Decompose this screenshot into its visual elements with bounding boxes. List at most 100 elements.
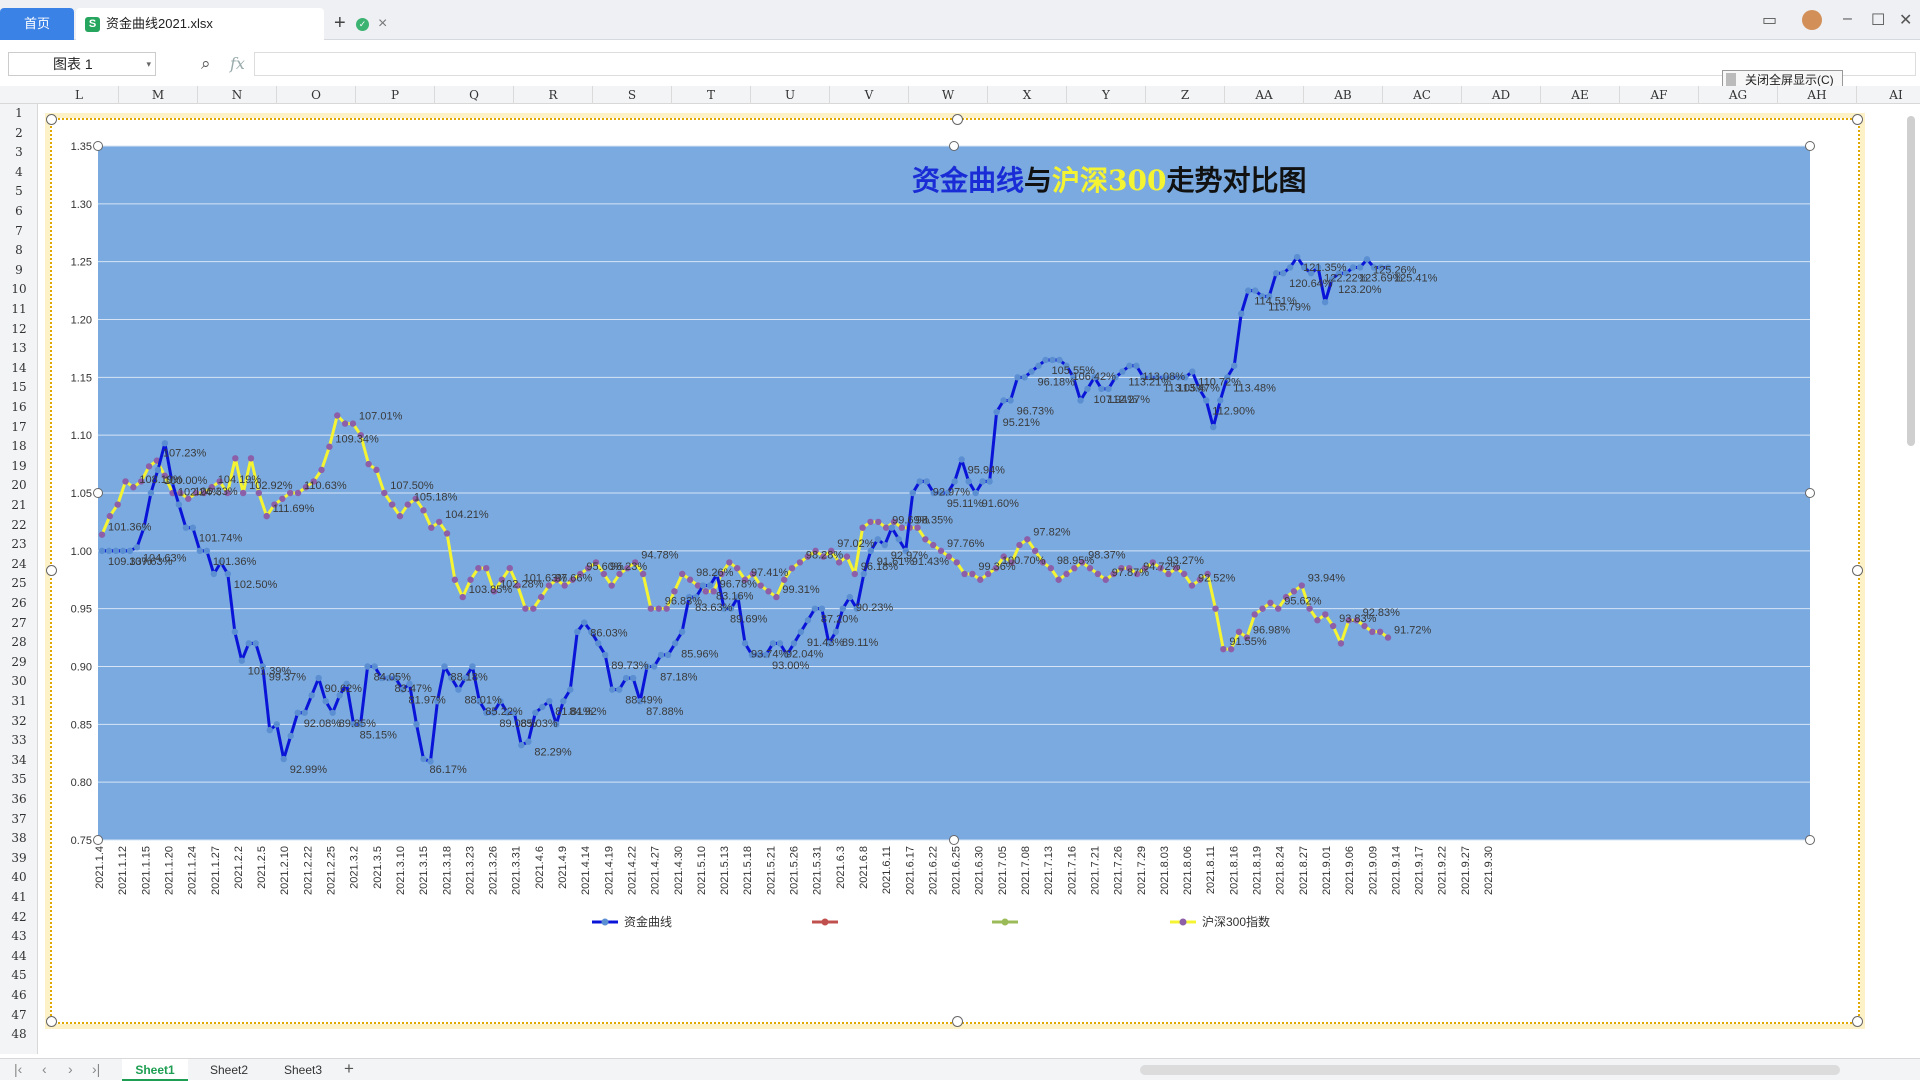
row-header[interactable]: 25	[0, 576, 38, 590]
row-header[interactable]: 27	[0, 616, 38, 630]
fx-icon[interactable]: fx	[230, 54, 245, 73]
resize-handle[interactable]	[1852, 114, 1863, 125]
row-header[interactable]: 41	[0, 890, 38, 904]
column-header[interactable]: Q	[435, 86, 514, 104]
add-sheet-button[interactable]: +	[344, 1059, 354, 1079]
row-header[interactable]: 18	[0, 439, 38, 453]
sheet-tab[interactable]: Sheet3	[270, 1059, 336, 1081]
row-header[interactable]: 39	[0, 851, 38, 865]
resize-handle[interactable]	[952, 114, 963, 125]
column-header[interactable]: AC	[1383, 86, 1462, 104]
row-header[interactable]: 19	[0, 459, 38, 473]
column-header[interactable]: Z	[1146, 86, 1225, 104]
horizontal-scrollbar[interactable]	[1140, 1065, 1840, 1075]
row-header[interactable]: 33	[0, 733, 38, 747]
column-header[interactable]: Y	[1067, 86, 1146, 104]
row-header[interactable]: 8	[0, 243, 38, 257]
row-header[interactable]: 42	[0, 910, 38, 924]
new-tab-button[interactable]: +	[334, 10, 346, 36]
column-header[interactable]: AA	[1225, 86, 1304, 104]
row-header[interactable]: 26	[0, 596, 38, 610]
zoom-icon[interactable]: ⌕	[201, 54, 211, 74]
row-header[interactable]: 1	[0, 106, 38, 120]
row-header[interactable]: 35	[0, 772, 38, 786]
avatar[interactable]	[1802, 10, 1822, 30]
column-header[interactable]: W	[909, 86, 988, 104]
column-header[interactable]: AI	[1857, 86, 1920, 104]
first-sheet-icon[interactable]: |‹	[14, 1061, 22, 1077]
column-header[interactable]: O	[277, 86, 356, 104]
column-header[interactable]: AB	[1304, 86, 1383, 104]
row-header[interactable]: 40	[0, 870, 38, 884]
column-header[interactable]: M	[119, 86, 198, 104]
resize-handle[interactable]	[46, 565, 57, 576]
column-header[interactable]: L	[40, 86, 119, 104]
row-header[interactable]: 14	[0, 361, 38, 375]
maximize-icon[interactable]: ☐	[1871, 10, 1885, 30]
row-header[interactable]: 29	[0, 655, 38, 669]
last-sheet-icon[interactable]: ›|	[92, 1061, 100, 1077]
row-header[interactable]: 2	[0, 126, 38, 140]
window-layout-icon[interactable]: ▭	[1762, 10, 1777, 30]
next-sheet-icon[interactable]: ›	[68, 1061, 73, 1077]
row-header[interactable]: 3	[0, 145, 38, 159]
chart-object[interactable]: 1.35 1.30 1.25 1.20 1.15 1.10 1.05 1.00 0.95 0.90…	[45, 113, 1865, 1029]
vertical-scrollbar[interactable]	[1906, 104, 1916, 1054]
row-header[interactable]: 16	[0, 400, 38, 414]
row-header[interactable]: 47	[0, 1008, 38, 1022]
row-header[interactable]: 48	[0, 1027, 38, 1041]
row-header[interactable]: 34	[0, 753, 38, 767]
row-header[interactable]: 12	[0, 322, 38, 336]
close-window-icon[interactable]: ✕	[1899, 10, 1912, 30]
column-header[interactable]: AE	[1541, 86, 1620, 104]
row-header[interactable]: 10	[0, 282, 38, 296]
row-header[interactable]: 45	[0, 968, 38, 982]
close-tab-icon[interactable]: ×	[378, 8, 387, 40]
column-header[interactable]: AH	[1778, 86, 1857, 104]
row-header[interactable]: 9	[0, 263, 38, 277]
row-header[interactable]: 46	[0, 988, 38, 1002]
column-header[interactable]: P	[356, 86, 435, 104]
resize-handle[interactable]	[952, 1016, 963, 1027]
row-header[interactable]: 24	[0, 557, 38, 571]
column-header[interactable]: N	[198, 86, 277, 104]
minimize-icon[interactable]: –	[1843, 10, 1852, 28]
file-tab[interactable]: S 资金曲线2021.xlsx ✓ ×	[76, 8, 387, 40]
row-header[interactable]: 30	[0, 674, 38, 688]
row-header[interactable]: 36	[0, 792, 38, 806]
formula-input[interactable]	[254, 52, 1916, 76]
column-header[interactable]: AD	[1462, 86, 1541, 104]
column-header[interactable]: U	[751, 86, 830, 104]
column-header[interactable]: R	[514, 86, 593, 104]
row-header[interactable]: 22	[0, 518, 38, 532]
column-header[interactable]: V	[830, 86, 909, 104]
resize-handle[interactable]	[1852, 565, 1863, 576]
row-header[interactable]: 21	[0, 498, 38, 512]
row-header[interactable]: 20	[0, 478, 38, 492]
scroll-thumb[interactable]	[1907, 116, 1915, 446]
sheet-tab[interactable]: Sheet1	[122, 1059, 188, 1081]
column-header[interactable]: T	[672, 86, 751, 104]
chevron-down-icon[interactable]: ▾	[146, 53, 151, 75]
row-header[interactable]: 31	[0, 694, 38, 708]
column-header[interactable]: X	[988, 86, 1067, 104]
row-header[interactable]: 4	[0, 165, 38, 179]
row-header[interactable]: 15	[0, 380, 38, 394]
row-header[interactable]: 7	[0, 224, 38, 238]
row-header[interactable]: 38	[0, 831, 38, 845]
row-header[interactable]: 43	[0, 929, 38, 943]
name-box[interactable]: 图表 1 ▾	[8, 52, 156, 76]
row-header[interactable]: 17	[0, 420, 38, 434]
row-header[interactable]: 23	[0, 537, 38, 551]
sheet-tab[interactable]: Sheet2	[196, 1059, 262, 1081]
row-header[interactable]: 5	[0, 184, 38, 198]
home-tab[interactable]: 首页	[0, 8, 74, 40]
column-header[interactable]: AF	[1620, 86, 1699, 104]
resize-handle[interactable]	[46, 1016, 57, 1027]
row-header[interactable]: 11	[0, 302, 38, 316]
column-header[interactable]: AG	[1699, 86, 1778, 104]
row-header[interactable]: 13	[0, 341, 38, 355]
row-header[interactable]: 44	[0, 949, 38, 963]
resize-handle[interactable]	[46, 114, 57, 125]
resize-handle[interactable]	[1852, 1016, 1863, 1027]
